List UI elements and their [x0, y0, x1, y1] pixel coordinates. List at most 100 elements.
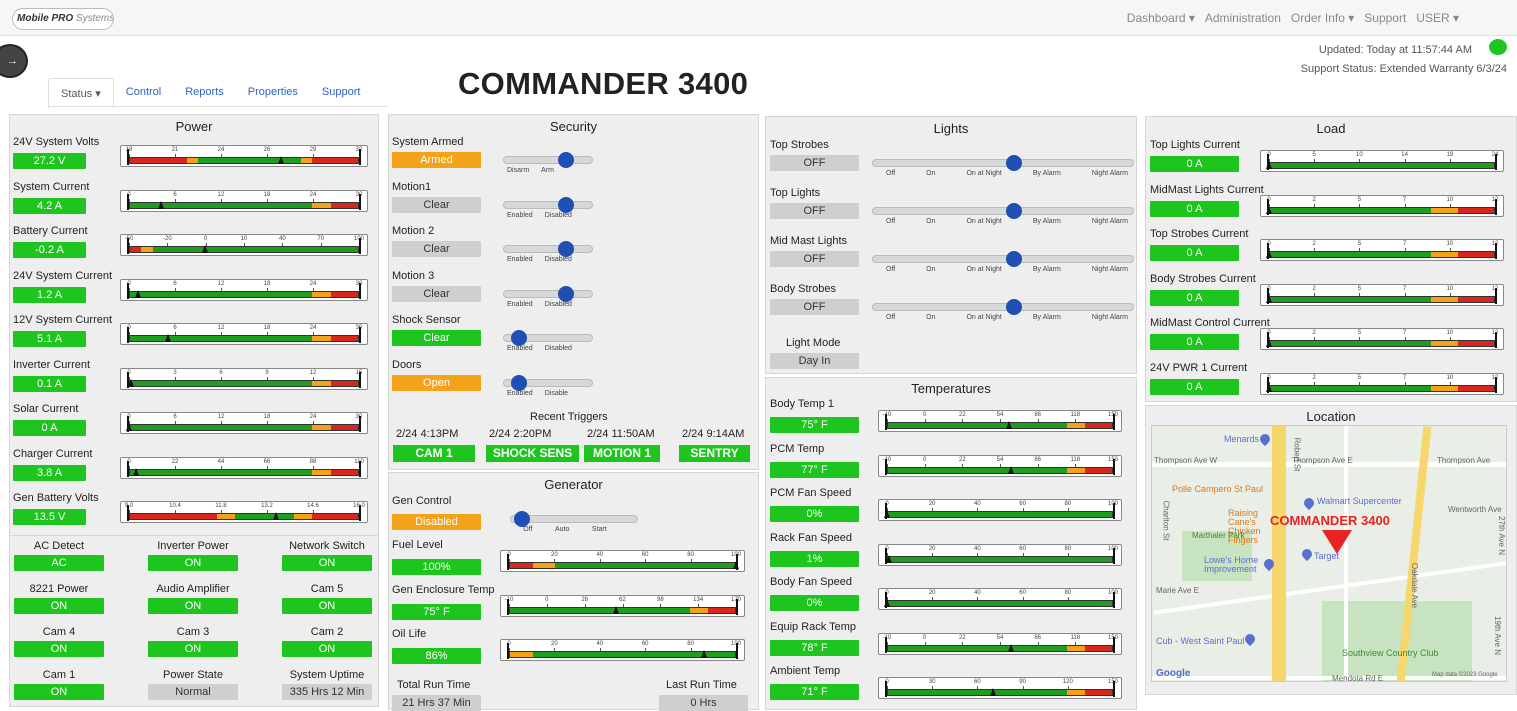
light-mode-slider[interactable]: Off On On at Night By Alarm Night Alarm: [872, 251, 1134, 273]
gauge-tick-label: 2: [1312, 285, 1316, 292]
trigger-date: 2/24 2:20PM: [489, 428, 552, 440]
company-logo[interactable]: Mobile PRO Systems: [12, 8, 114, 30]
slider-track: [872, 255, 1134, 263]
power-status-value: ON: [148, 598, 238, 614]
map-place-walmart[interactable]: Walmart Supercenter: [1317, 496, 1402, 506]
security-item-value: Clear: [392, 241, 481, 257]
gauge-endcap: [359, 416, 361, 432]
security-toggle-slider[interactable]: Enabled Disabled: [503, 285, 593, 308]
slider-knob[interactable]: [514, 511, 530, 527]
slider-knob[interactable]: [1006, 251, 1022, 267]
gauge-bar: [1269, 206, 1495, 214]
tab-properties[interactable]: Properties: [236, 78, 310, 108]
temp-gauge-label: Body Temp 1: [770, 398, 835, 410]
gauge-zone: [510, 652, 533, 657]
nav-dashboard[interactable]: Dashboard ▾: [1127, 11, 1195, 25]
gauge-meter: 020406080100: [500, 639, 745, 661]
power-status-value: ON: [282, 641, 372, 657]
power-gauge-label: Solar Current: [13, 403, 79, 415]
gauge-scale: 020406080100: [885, 590, 1118, 597]
light-mode-slider[interactable]: Off On On at Night By Alarm Night Alarm: [872, 203, 1134, 225]
power-gauge-label: Battery Current: [13, 225, 88, 237]
security-item-value: Open: [392, 374, 481, 391]
tab-support[interactable]: Support: [310, 78, 373, 108]
slider-knob[interactable]: [1006, 203, 1022, 219]
gauge-meter: 0612182430: [120, 412, 368, 434]
map-place-cub[interactable]: Cub - West Saint Paul: [1156, 636, 1244, 646]
slider-knob[interactable]: [1006, 155, 1022, 171]
gauge-tick-label: -10: [504, 596, 514, 603]
security-toggle-slider[interactable]: Disarm Arm: [503, 152, 593, 174]
slider-knob[interactable]: [558, 285, 574, 302]
nav-support[interactable]: Support: [1364, 11, 1406, 25]
map-place-southview[interactable]: Southview Country Club: [1342, 648, 1439, 658]
gauge-tick-label: 2: [1312, 330, 1316, 336]
gauge-meter: 0306090120150: [878, 677, 1122, 699]
gauge-meter: -100225486118150: [878, 454, 1122, 477]
lights-title: Lights: [933, 121, 969, 136]
gauge-zone: [1067, 645, 1086, 651]
gauge-endcap: [359, 149, 361, 165]
gauge-tick-label: 10: [1446, 330, 1454, 336]
slider-knob[interactable]: [511, 330, 527, 346]
slider-knob[interactable]: [558, 241, 574, 257]
gauge-tick-label: 20: [551, 641, 558, 647]
light-mode-slider[interactable]: Off On On at Night By Alarm Night Alarm: [872, 299, 1134, 321]
tab-control[interactable]: Control: [114, 78, 173, 108]
power-gauge-label: 24V System Current: [13, 269, 113, 282]
load-gauge-value: 0 A: [1150, 289, 1239, 306]
gen-control-slider[interactable]: Off Auto Start: [510, 511, 638, 533]
gauge-tick-label: 20: [551, 552, 558, 558]
gauge-tick-label: 120: [1062, 679, 1073, 685]
slider-track: [503, 289, 593, 298]
security-toggle-slider[interactable]: Enabled Disable: [503, 374, 593, 397]
gauge-zone: [708, 607, 735, 613]
gauge-meter: -50-200104070100: [120, 234, 368, 256]
nav-administration[interactable]: Administration: [1205, 11, 1281, 25]
gauge-endcap: [1495, 198, 1497, 215]
slider-option-label: Night Alarm: [1091, 218, 1128, 225]
vehicle-marker-icon[interactable]: [1322, 530, 1352, 554]
gauge-tick-label: 14.6: [307, 503, 319, 509]
map-place-menards[interactable]: Menards: [1224, 434, 1259, 444]
temp-gauge-value: 1%: [770, 550, 859, 567]
slider-knob[interactable]: [1006, 299, 1022, 315]
gauge-zone: [1067, 690, 1086, 695]
slider-option-label: Disabled: [544, 256, 572, 263]
gen-gauge-label: Fuel Level: [392, 539, 443, 551]
map-place-marthaler-park[interactable]: Marthaler Park: [1192, 531, 1244, 540]
power-status-label: Cam 5: [310, 583, 344, 595]
slider-options: Enabled Disabled: [507, 345, 577, 352]
slider-track: [872, 303, 1134, 311]
nav-order-info[interactable]: Order Info ▾: [1291, 11, 1354, 25]
security-item-label: Shock Sensor: [392, 314, 461, 326]
gauge-bar: [887, 555, 1113, 563]
slider-knob[interactable]: [558, 196, 574, 213]
slider-option-label: Disabled: [544, 211, 572, 219]
tab-reports[interactable]: Reports: [173, 78, 236, 108]
sidebar-toggle-button[interactable]: →: [0, 44, 28, 78]
nav-user[interactable]: USER ▾: [1416, 11, 1459, 25]
light-label: Top Lights: [770, 187, 821, 199]
gauge-meter: 0612182430: [120, 278, 368, 301]
slider-knob[interactable]: [558, 152, 574, 168]
gauge-tick-label: 40: [596, 552, 604, 558]
power-status-label: Network Switch: [289, 540, 365, 552]
gauge-zone: [130, 158, 187, 163]
gauge-zone: [330, 469, 358, 475]
power-gauge-label: Charger Current: [13, 447, 93, 460]
slider-option-label: Auto: [554, 526, 570, 533]
tab-status[interactable]: Status ▾: [48, 78, 114, 108]
map-place-pollo-campero[interactable]: Polle Campero St Paul: [1172, 484, 1263, 494]
security-toggle-slider[interactable]: Enabled Disabled: [503, 241, 593, 263]
security-toggle-slider[interactable]: Enabled Disabled: [503, 330, 593, 352]
load-gauge-value: 0 A: [1150, 156, 1239, 172]
security-toggle-slider[interactable]: Enabled Disabled: [503, 196, 593, 219]
security-item-label: Motion1: [392, 180, 432, 193]
map-highway: [1272, 426, 1286, 681]
last-run-label: Last Run Time: [666, 679, 737, 691]
gauge-zone: [1458, 341, 1494, 346]
slider-knob[interactable]: [511, 374, 527, 391]
light-mode-slider[interactable]: Off On On at Night By Alarm Night Alarm: [872, 155, 1134, 177]
gauge-endcap: [1113, 547, 1115, 564]
